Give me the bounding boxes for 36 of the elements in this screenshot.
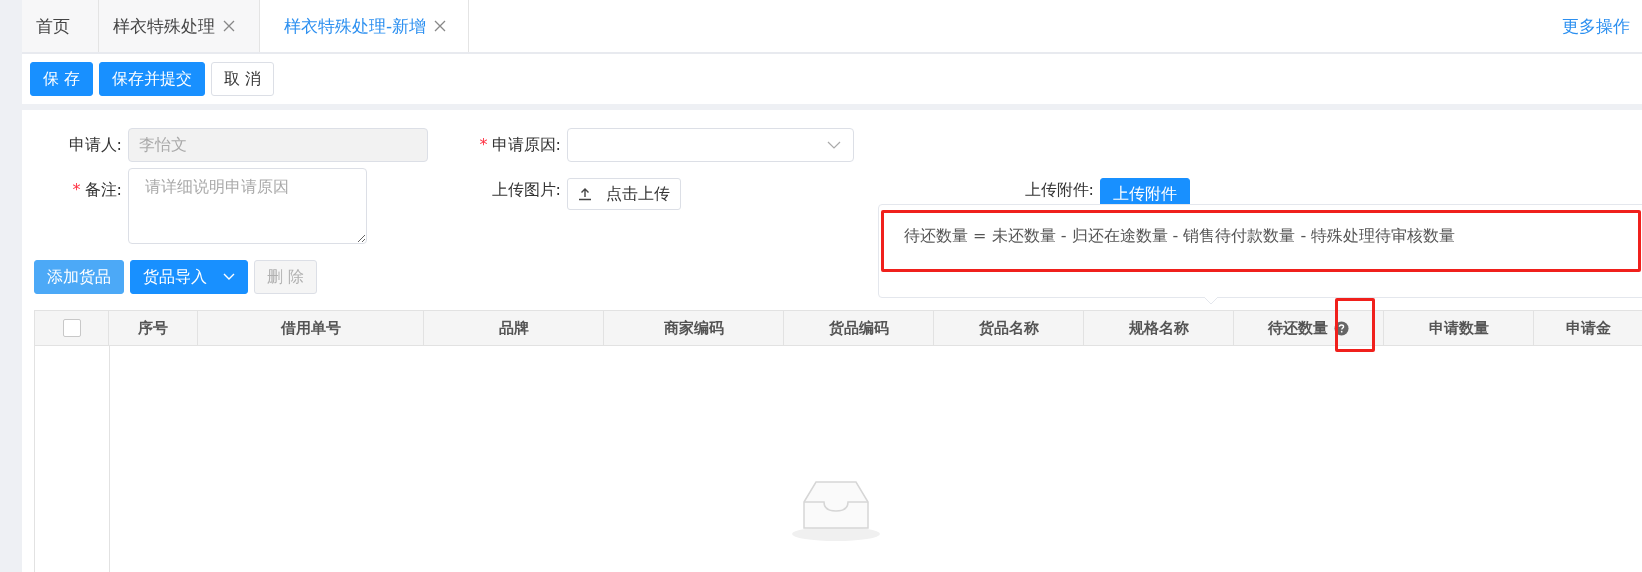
highlight-frame	[1335, 298, 1375, 352]
upload-button[interactable]: 点击上传	[567, 178, 681, 210]
goods-button[interactable]: 货品导入	[130, 260, 248, 294]
close-icon[interactable]	[434, 20, 447, 32]
chevron-down-icon	[223, 273, 235, 281]
required-mark: *	[72, 180, 81, 199]
column-header: 规格名称	[1128, 318, 1189, 338]
more-actions-link[interactable]: 更多操作	[1562, 14, 1642, 38]
toolbar-button[interactable]: 保 存	[30, 62, 94, 96]
upload-icon	[578, 187, 592, 201]
column-header: 商家编码	[663, 318, 724, 338]
form-label: 申请原因:	[491, 134, 561, 154]
goods-button[interactable]: 添加货品	[34, 260, 124, 294]
column-header: 申请金	[1565, 318, 1611, 338]
remark-field[interactable]: 请详细说明申请原因	[128, 168, 367, 244]
form-label: 申请人:	[67, 134, 123, 156]
tooltip-text: 待还数量 = 未还数量 - 归还在途数量 - 销售待付款数量 - 特殊处理待审核数量	[904, 226, 1456, 247]
page-tab[interactable]: 首页	[22, 0, 99, 52]
column-header: 申请数量	[1428, 318, 1489, 338]
chevron-down-icon	[827, 141, 841, 149]
form-label: 上传图片:	[490, 179, 562, 201]
toolbar-button[interactable]: 取 消	[211, 62, 275, 96]
column-header: 序号	[138, 318, 168, 338]
page-tab[interactable]: 样衣特殊处理	[99, 0, 260, 52]
help-icon[interactable]	[1334, 320, 1349, 336]
column-header: 品牌	[498, 318, 529, 338]
column-header: 待还数量	[1268, 318, 1328, 338]
column-header: 借用单号	[280, 318, 341, 338]
required-mark: *	[479, 134, 488, 154]
select-all-checkbox[interactable]	[62, 319, 81, 337]
close-icon[interactable]	[223, 20, 235, 32]
form-label: 备注:	[84, 180, 122, 199]
column-header: 货品编码	[828, 318, 889, 338]
column-header: 货品名称	[978, 318, 1039, 338]
toolbar-button[interactable]: 保存并提交	[99, 62, 206, 96]
form-label: 上传附件:	[1023, 179, 1095, 201]
